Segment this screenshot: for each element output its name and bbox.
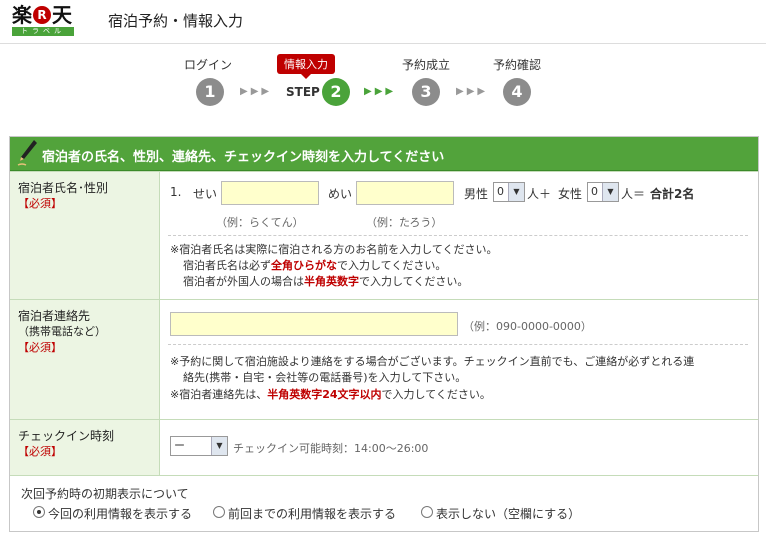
radio-previous-info[interactable] (213, 506, 225, 518)
step-1-circle: 1 (196, 78, 224, 106)
sei-label: せい (193, 187, 218, 201)
chevron-down-icon: ▼ (602, 183, 618, 201)
name-note-3: 宿泊者が外国人の場合は半角英数字で入力してください。 (183, 275, 469, 288)
contact-sublabel: （携帯電話など） (18, 325, 106, 338)
name-note-2: 宿泊者氏名は必ず全角ひらがなで入力してください。 (183, 259, 447, 272)
male-count-value: 0 (497, 185, 504, 198)
contact-note-3: ※宿泊者連絡先は、半角英数字24文字以内で入力してください。 (170, 388, 491, 401)
sei-example: （例：らくてん） (216, 216, 304, 229)
default-display-row: 次回予約時の初期表示について 今回の利用情報を表示する 前回までの利用情報を表示… (10, 475, 758, 532)
guest-info-form: 宿泊者の氏名、性別、連絡先、チェックイン時刻を入力してください 宿泊者氏名･性別… (9, 136, 759, 532)
emphasis-alnum: 半角英数字 (304, 275, 359, 288)
section-header: 宿泊者の氏名、性別、連絡先、チェックイン時刻を入力してください (10, 137, 758, 171)
step-arrows-1: ▶▶▶ (240, 86, 273, 97)
default-display-title: 次回予約時の初期表示について (21, 487, 189, 501)
pen-icon (16, 139, 38, 170)
male-label: 男性 (464, 187, 489, 201)
guest-name-row: 宿泊者氏名･性別 【必須】 1. せい めい （例：らくてん） （例：たろう） … (10, 171, 758, 299)
required-mark: 【必須】 (18, 445, 62, 458)
chevron-down-icon: ▼ (508, 183, 524, 201)
total-guests: 合計2名 (650, 187, 695, 201)
rakuten-travel-logo[interactable]: 楽 R 天 トラベル (12, 4, 78, 36)
step-prefix: STEP (286, 85, 320, 99)
checkin-time-select[interactable]: ー ▼ (170, 436, 228, 456)
section-title: 宿泊者の氏名、性別、連絡先、チェックイン時刻を入力してください (42, 150, 445, 165)
female-suffix: 人＝ (621, 187, 646, 201)
guest-name-label-cell: 宿泊者氏名･性別 【必須】 (10, 172, 160, 299)
step-2-circle: 2 (322, 78, 350, 106)
contact-note-1: ※予約に関して宿泊施設より連絡をする場合がございます。チェックイン直前でも、ご連… (170, 355, 695, 368)
mei-example: （例：たろう） (366, 216, 443, 229)
female-label: 女性 (558, 187, 583, 201)
guest-contact-label-cell: 宿泊者連絡先 （携帯電話など） 【必須】 (10, 300, 160, 419)
radio-previous-info-label[interactable]: 前回までの利用情報を表示する (228, 505, 396, 522)
logo-subtext: トラベル (12, 27, 74, 36)
contact-note-2: 絡先(携帯・自宅・会社等の電話番号)を入力して下さい。 (183, 371, 467, 384)
checkin-label-cell: チェックイン時刻 【必須】 (10, 420, 160, 475)
step-arrows-3: ▶▶▶ (456, 86, 489, 97)
guest-name-label: 宿泊者氏名･性別 (18, 181, 109, 195)
radio-no-display[interactable] (421, 506, 433, 518)
radio-current-info-label[interactable]: 今回の利用情報を表示する (48, 505, 192, 522)
page-header: 楽 R 天 トラベル 宿泊予約・情報入力 (0, 0, 766, 44)
checkin-available-hint: チェックイン可能時刻：14:00～26:00 (233, 442, 429, 455)
radio-current-info[interactable] (33, 506, 45, 518)
male-suffix: 人＋ (527, 187, 552, 201)
emphasis-hiragana: 全角ひらがな (271, 259, 337, 272)
step-arrows-2: ▶▶▶ (364, 86, 397, 97)
progress-steps: ログイン 1 ▶▶▶ 情報入力 STEP 2 ▶▶▶ 予約成立 3 ▶▶▶ 予約… (0, 50, 766, 120)
current-step-badge: 情報入力 (277, 54, 335, 79)
required-mark: 【必須】 (18, 341, 62, 354)
logo-kanji-right: 天 (52, 3, 72, 27)
radio-no-display-label[interactable]: 表示しない（空欄にする） (436, 505, 580, 522)
step-3-circle: 3 (412, 78, 440, 106)
chevron-down-icon: ▼ (211, 437, 227, 455)
guest-index: 1. (170, 185, 182, 199)
female-count-value: 0 (591, 185, 598, 198)
guest-contact-row: 宿泊者連絡先 （携帯電話など） 【必須】 （例：090-0000-0000） ※… (10, 299, 758, 419)
female-count-select[interactable]: 0 ▼ (587, 182, 619, 202)
name-note-1: ※宿泊者氏名は実際に宿泊される方のお名前を入力してください。 (170, 243, 498, 256)
checkin-time-value: ー (174, 439, 185, 452)
male-count-select[interactable]: 0 ▼ (493, 182, 525, 202)
divider (168, 235, 748, 236)
logo-kanji-left: 楽 (12, 3, 32, 27)
logo-r-mark: R (33, 6, 51, 24)
phone-input[interactable] (170, 312, 458, 336)
page-title: 宿泊予約・情報入力 (108, 12, 244, 30)
contact-label: 宿泊者連絡先 (18, 309, 91, 323)
sei-input[interactable] (221, 181, 319, 205)
required-mark: 【必須】 (18, 197, 62, 210)
step-1-label: ログイン (184, 58, 233, 72)
step-4-label: 予約確認 (493, 58, 542, 72)
step-3-label: 予約成立 (402, 58, 451, 72)
emphasis-24chars: 半角英数字24文字以内 (267, 388, 382, 401)
mei-input[interactable] (356, 181, 454, 205)
checkin-time-row: チェックイン時刻 【必須】 ー ▼ チェックイン可能時刻：14:00～26:00 (10, 419, 758, 475)
step-4-circle: 4 (503, 78, 531, 106)
mei-label: めい (328, 187, 353, 201)
phone-example: （例：090-0000-0000） (463, 320, 592, 333)
divider (168, 344, 748, 345)
checkin-label: チェックイン時刻 (18, 429, 115, 443)
